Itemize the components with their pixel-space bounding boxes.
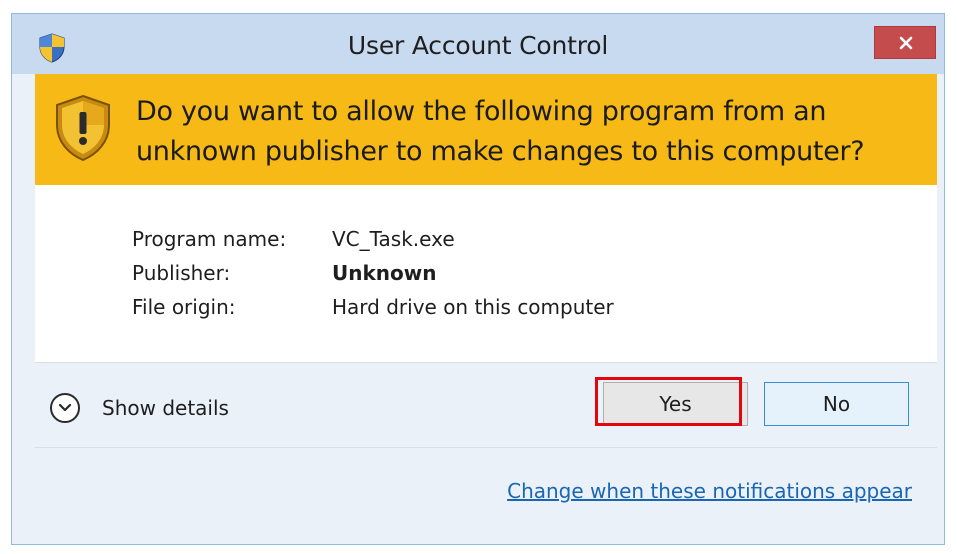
publisher-label: Publisher: [132, 261, 231, 285]
warning-shield-icon [52, 94, 114, 162]
warning-banner: Do you want to allow the following progr… [35, 74, 937, 185]
yes-button-highlight [595, 377, 742, 426]
program-name-value: VC_Task.exe [332, 227, 455, 251]
file-origin-value: Hard drive on this computer [332, 295, 614, 319]
window-title: User Account Control [347, 31, 609, 60]
chevron-down-circle-icon[interactable] [50, 393, 80, 423]
close-button[interactable] [874, 26, 936, 59]
title-bar[interactable]: User Account Control [12, 14, 944, 74]
show-details-label[interactable]: Show details [102, 396, 229, 420]
uac-dialog: User Account Control Do you want to allo… [11, 13, 945, 545]
close-icon [899, 36, 913, 50]
publisher-value: Unknown [332, 261, 437, 285]
no-button[interactable]: No [764, 382, 909, 426]
show-details-toggle[interactable]: Show details [50, 390, 229, 426]
change-notifications-link[interactable]: Change when these notifications appear [507, 479, 912, 503]
footer-divider [35, 447, 937, 448]
file-origin-label: File origin: [132, 295, 236, 319]
program-name-label: Program name: [132, 227, 287, 251]
divider [35, 362, 937, 363]
banner-question: Do you want to allow the following progr… [136, 96, 865, 167]
program-details: Program name: VC_Task.exe Publisher: Unk… [35, 185, 937, 362]
